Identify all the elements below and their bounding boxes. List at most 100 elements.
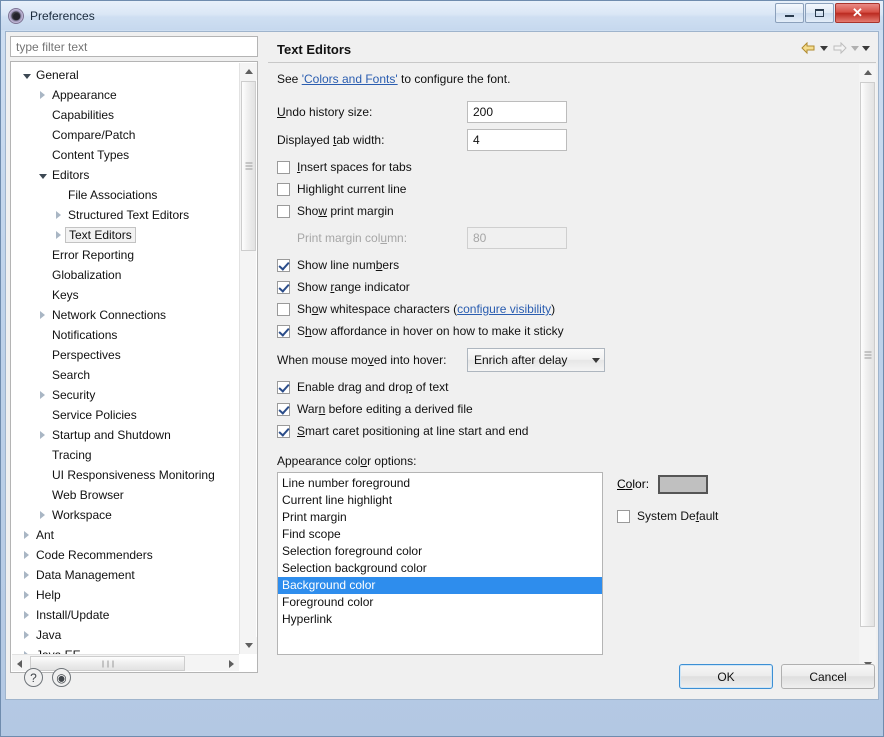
show-print-margin-checkbox[interactable]: Show print margin (277, 200, 849, 222)
sidebar-item-workspace[interactable]: Workspace (11, 505, 239, 525)
show-line-numbers-checkbox[interactable]: Show line numbers (277, 254, 849, 276)
sidebar-item-code-recommenders[interactable]: Code Recommenders (11, 545, 239, 565)
sidebar-item-install-update[interactable]: Install/Update (11, 605, 239, 625)
list-item[interactable]: Line number foreground (278, 475, 602, 492)
system-default-checkbox[interactable]: System Default (617, 505, 797, 527)
sidebar-item-java[interactable]: Java (11, 625, 239, 645)
list-item[interactable]: Foreground color (278, 594, 602, 611)
insert-spaces-checkbox[interactable]: Insert spaces for tabs (277, 156, 849, 178)
tree-scroll-up-button[interactable] (240, 63, 257, 80)
appearance-color-list[interactable]: Line number foreground Current line highl… (277, 472, 603, 655)
title-bar[interactable]: Preferences ✕ (1, 1, 883, 30)
list-item[interactable]: Print margin (278, 509, 602, 526)
sidebar-item-web-browser[interactable]: Web Browser (11, 485, 239, 505)
color-swatch-button[interactable] (658, 474, 709, 494)
label-post: lor: (632, 477, 650, 491)
colors-and-fonts-link[interactable]: 'Colors and Fonts' (302, 72, 398, 86)
checkbox-box (277, 302, 290, 316)
sidebar-item-error-reporting[interactable]: Error Reporting (11, 245, 239, 265)
content-vertical-scrollbar[interactable] (859, 64, 876, 673)
sidebar-item-ui-responsiveness-monitoring[interactable]: UI Responsiveness Monitoring (11, 465, 239, 485)
content-scroll-thumb[interactable] (860, 82, 875, 627)
show-range-indicator-checkbox[interactable]: Show range indicator (277, 276, 849, 298)
sidebar-item-text-editors[interactable]: Text Editors (11, 225, 239, 245)
sidebar-item-search[interactable]: Search (11, 365, 239, 385)
sidebar-item-compare-patch[interactable]: Compare/Patch (11, 125, 239, 145)
collapse-arrow-icon[interactable] (35, 172, 50, 179)
undo-history-input[interactable] (467, 101, 567, 123)
show-whitespace-checkbox[interactable]: Show whitespace characters (configure vi… (277, 298, 849, 320)
label-pre: S (297, 324, 306, 338)
expand-arrow-icon[interactable] (19, 551, 34, 559)
list-item[interactable]: Selection foreground color (278, 543, 602, 560)
preferences-tree[interactable]: General Appearance Capabilities Compare/Pat… (10, 61, 258, 673)
sidebar-item-structured-text-editors[interactable]: Structured Text Editors (11, 205, 239, 225)
tree-scroll-down-button[interactable] (240, 637, 257, 654)
expand-arrow-icon[interactable] (35, 311, 50, 319)
list-item[interactable]: Current line highlight (278, 492, 602, 509)
expand-arrow-icon[interactable] (35, 511, 50, 519)
highlight-current-line-checkbox[interactable]: Highlight current line (277, 178, 849, 200)
label-pre: Hi (297, 182, 309, 196)
print-margin-column-input[interactable] (467, 227, 567, 249)
sidebar-item-file-associations[interactable]: File Associations (11, 185, 239, 205)
expand-arrow-icon[interactable] (51, 211, 66, 219)
cancel-button[interactable]: Cancel (781, 664, 875, 689)
smart-caret-checkbox[interactable]: Smart caret positioning at line start an… (277, 420, 849, 442)
tree-vertical-scrollbar[interactable] (239, 63, 257, 654)
enable-drag-drop-checkbox[interactable]: Enable drag and drop of text (277, 376, 849, 398)
content-scroll-up-button[interactable] (859, 64, 876, 81)
tab-width-input[interactable] (467, 129, 567, 151)
sidebar-item-tracing[interactable]: Tracing (11, 445, 239, 465)
help-icon[interactable]: ? (24, 668, 43, 687)
sidebar-item-network-connections[interactable]: Network Connections (11, 305, 239, 325)
expand-arrow-icon[interactable] (35, 91, 50, 99)
sidebar-item-keys[interactable]: Keys (11, 285, 239, 305)
expand-arrow-icon[interactable] (19, 591, 34, 599)
ok-button[interactable]: OK (679, 664, 773, 689)
intro-prefix: See (277, 72, 302, 86)
sidebar-item-java-ee[interactable]: Java EE (11, 645, 239, 654)
back-arrow-icon[interactable] (800, 40, 817, 56)
expand-arrow-icon[interactable] (19, 571, 34, 579)
sidebar-item-security[interactable]: Security (11, 385, 239, 405)
expand-arrow-icon[interactable] (35, 431, 50, 439)
tray-toggle-icon[interactable]: ◉ (52, 668, 71, 687)
back-menu-chevron-down-icon[interactable] (820, 45, 828, 51)
list-item[interactable]: Background color (278, 577, 602, 594)
sidebar-item-startup-and-shutdown[interactable]: Startup and Shutdown (11, 425, 239, 445)
sidebar-item-notifications[interactable]: Notifications (11, 325, 239, 345)
collapse-arrow-icon[interactable] (19, 72, 34, 79)
show-affordance-checkbox[interactable]: Show affordance in hover on how to make … (277, 320, 849, 342)
maximize-button[interactable] (805, 3, 834, 23)
sidebar-item-capabilities[interactable]: Capabilities (11, 105, 239, 125)
sidebar-item-data-management[interactable]: Data Management (11, 565, 239, 585)
filter-input[interactable] (10, 36, 258, 57)
checkbox-box (277, 424, 290, 438)
sidebar-item-globalization[interactable]: Globalization (11, 265, 239, 285)
sidebar-item-appearance[interactable]: Appearance (11, 85, 239, 105)
expand-arrow-icon[interactable] (19, 531, 34, 539)
page-menu-chevron-down-icon[interactable] (862, 45, 870, 51)
sidebar-item-content-types[interactable]: Content Types (11, 145, 239, 165)
sidebar-item-general[interactable]: General (11, 65, 239, 85)
expand-arrow-icon[interactable] (19, 611, 34, 619)
sidebar-item-help[interactable]: Help (11, 585, 239, 605)
hover-mode-select[interactable]: Enrich after delay (467, 348, 605, 372)
list-item[interactable]: Hyperlink (278, 611, 602, 628)
expand-arrow-icon[interactable] (35, 391, 50, 399)
sidebar-item-perspectives[interactable]: Perspectives (11, 345, 239, 365)
tree-scroll-thumb[interactable] (241, 81, 256, 251)
sidebar-item-editors[interactable]: Editors (11, 165, 239, 185)
list-item[interactable]: Selection background color (278, 560, 602, 577)
sidebar-item-label: Java (36, 628, 62, 642)
expand-arrow-icon[interactable] (19, 631, 34, 639)
close-button[interactable]: ✕ (835, 3, 880, 23)
list-item[interactable]: Find scope (278, 526, 602, 543)
configure-visibility-link[interactable]: configure visibility (457, 302, 551, 316)
sidebar-item-service-policies[interactable]: Service Policies (11, 405, 239, 425)
expand-arrow-icon[interactable] (51, 231, 66, 239)
minimize-button[interactable] (775, 3, 804, 23)
sidebar-item-ant[interactable]: Ant (11, 525, 239, 545)
warn-derived-file-checkbox[interactable]: Warn before editing a derived file (277, 398, 849, 420)
